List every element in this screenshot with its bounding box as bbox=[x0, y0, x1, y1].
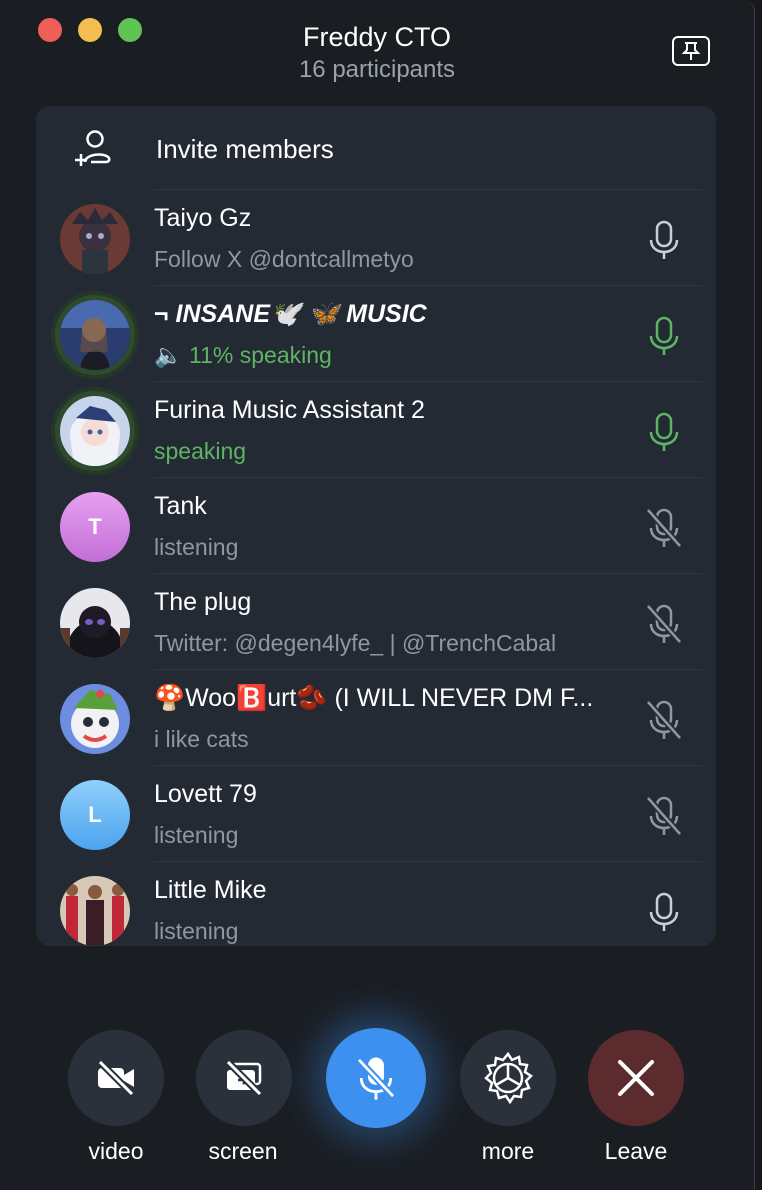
close-icon bbox=[618, 1060, 654, 1096]
participant-status: listening bbox=[154, 822, 239, 848]
participant-row[interactable]: L Lovett 79 listening bbox=[36, 766, 716, 862]
participant-status: listening bbox=[154, 534, 239, 560]
participant-status: Follow X @dontcallmetyo bbox=[154, 246, 414, 272]
avatar bbox=[60, 876, 130, 946]
microphone-icon[interactable] bbox=[642, 218, 686, 262]
participant-name: 🍄Woo🅱️urt🫘 (I WILL NEVER DM F... bbox=[154, 684, 594, 712]
participant-status: speaking bbox=[154, 438, 247, 464]
participant-name: Tank bbox=[154, 492, 207, 520]
pin-window-button[interactable] bbox=[672, 36, 710, 66]
participant-row[interactable]: Little Mike listening bbox=[36, 862, 716, 946]
gear-icon bbox=[484, 1051, 533, 1105]
participant-row[interactable]: T Tank listening bbox=[36, 478, 716, 574]
chat-title: Freddy CTO bbox=[302, 22, 452, 52]
avatar bbox=[60, 684, 130, 754]
avatar bbox=[60, 204, 130, 274]
more-label: more bbox=[481, 1138, 535, 1164]
participant-status: listening bbox=[154, 918, 239, 944]
microphone-muted-icon[interactable] bbox=[642, 794, 686, 838]
microphone-muted-icon[interactable] bbox=[642, 698, 686, 742]
microphone-speaking-icon[interactable] bbox=[642, 410, 686, 454]
avatar bbox=[60, 588, 130, 658]
video-button[interactable] bbox=[68, 1030, 164, 1126]
avatar bbox=[60, 300, 130, 370]
participant-row[interactable]: Taiyo Gz Follow X @dontcallmetyo bbox=[36, 190, 716, 286]
participant-row[interactable]: Furina Music Assistant 2 speaking bbox=[36, 382, 716, 478]
participant-count: 16 participants bbox=[298, 56, 456, 83]
leave-button[interactable] bbox=[588, 1030, 684, 1126]
participant-name: Furina Music Assistant 2 bbox=[154, 396, 425, 424]
microphone-muted-icon[interactable] bbox=[642, 506, 686, 550]
participant-row[interactable]: 🍄Woo🅱️urt🫘 (I WILL NEVER DM F... i like … bbox=[36, 670, 716, 766]
participant-name: Taiyo Gz bbox=[154, 204, 252, 232]
microphone-muted-icon[interactable] bbox=[642, 602, 686, 646]
participant-name: The plug bbox=[154, 588, 252, 616]
microphone-muted-icon bbox=[356, 1057, 396, 1100]
participant-name: Lovett 79 bbox=[154, 780, 257, 808]
participant-name: Little Mike bbox=[154, 876, 267, 904]
avatar: T bbox=[60, 492, 130, 562]
avatar bbox=[60, 396, 130, 466]
participant-status: 🔈 11% speaking bbox=[154, 342, 332, 368]
microphone-toggle-button[interactable] bbox=[326, 1028, 426, 1128]
video-off-icon bbox=[97, 1059, 135, 1097]
avatar: L bbox=[60, 780, 130, 850]
participant-row[interactable]: ¬ INSANE🕊️ 🦋 MUSIC 🔈 11% speaking bbox=[36, 286, 716, 382]
video-label: video bbox=[88, 1138, 144, 1164]
participants-panel: Invite members Taiyo Gz Follow X @dontca… bbox=[36, 106, 716, 946]
participant-status: i like cats bbox=[154, 726, 249, 752]
microphone-icon[interactable] bbox=[642, 890, 686, 934]
leave-label: Leave bbox=[604, 1138, 668, 1164]
voice-chat-window: Freddy CTO 16 participants Invite member… bbox=[0, 0, 755, 1190]
participant-name: ¬ INSANE🕊️ 🦋 MUSIC bbox=[154, 300, 427, 328]
screen-label: screen bbox=[208, 1138, 278, 1164]
screen-share-off-icon bbox=[225, 1059, 263, 1097]
invite-members-label: Invite members bbox=[156, 134, 334, 164]
more-button[interactable] bbox=[460, 1030, 556, 1126]
add-user-icon bbox=[75, 130, 111, 166]
screen-share-button[interactable] bbox=[196, 1030, 292, 1126]
participant-status: Twitter: @degen4lyfe_ | @TrenchCabal bbox=[154, 630, 557, 656]
pin-icon bbox=[681, 42, 701, 60]
microphone-speaking-icon[interactable] bbox=[642, 314, 686, 358]
invite-members-button[interactable]: Invite members bbox=[36, 106, 716, 190]
participant-row[interactable]: The plug Twitter: @degen4lyfe_ | @Trench… bbox=[36, 574, 716, 670]
